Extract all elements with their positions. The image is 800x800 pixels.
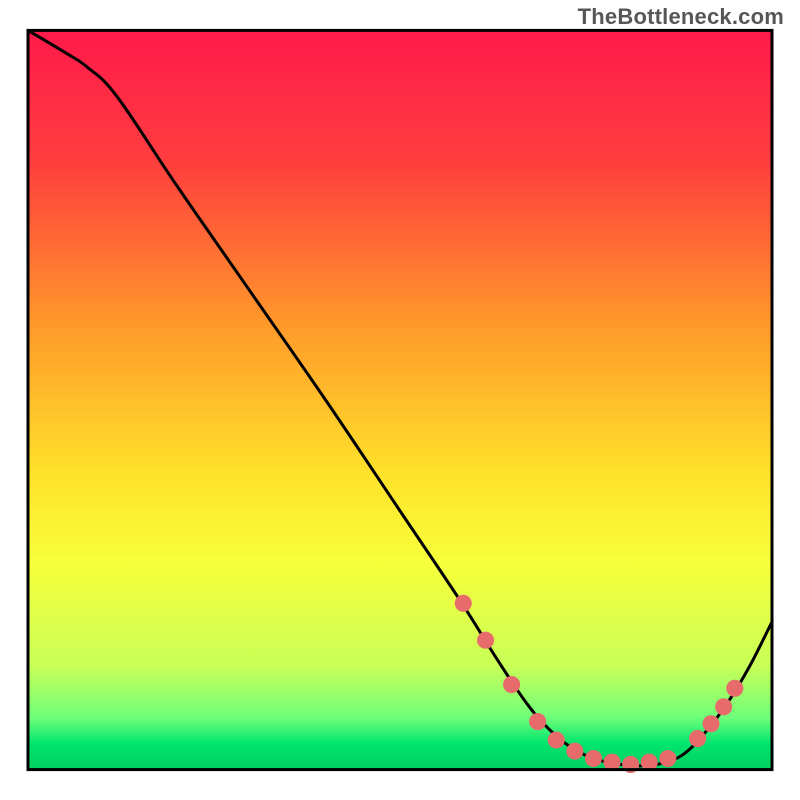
- curve-marker: [477, 632, 494, 649]
- curve-marker: [659, 750, 676, 767]
- curve-marker: [455, 595, 472, 612]
- curve-marker: [702, 715, 719, 732]
- curve-marker: [726, 680, 743, 697]
- curve-marker: [548, 731, 565, 748]
- chart-container: TheBottleneck.com: [0, 0, 800, 800]
- plot-background: [28, 30, 772, 769]
- curve-marker: [566, 743, 583, 760]
- curve-marker: [503, 676, 520, 693]
- curve-marker: [585, 750, 602, 767]
- watermark-text: TheBottleneck.com: [578, 4, 784, 30]
- bottleneck-chart: [0, 0, 800, 800]
- curve-marker: [715, 698, 732, 715]
- curve-marker: [689, 730, 706, 747]
- curve-marker: [529, 713, 546, 730]
